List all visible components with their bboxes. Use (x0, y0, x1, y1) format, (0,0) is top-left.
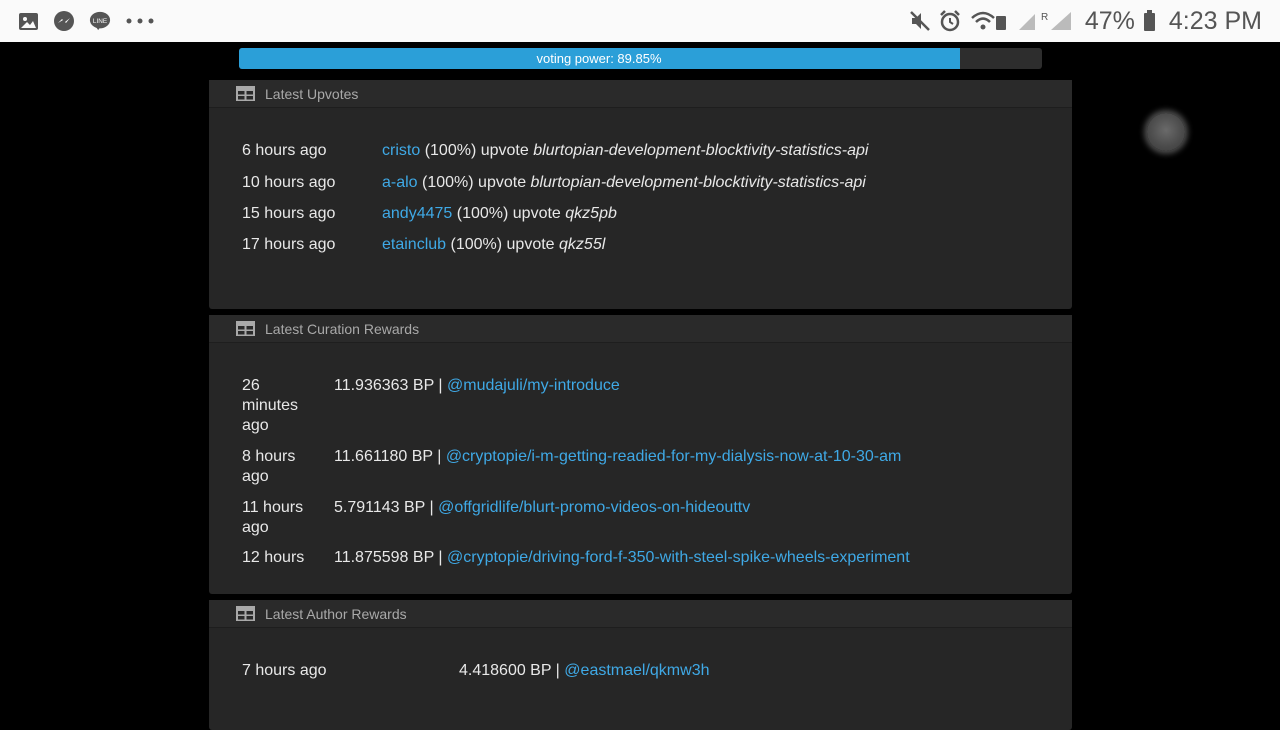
author-time: 7 hours ago (242, 662, 327, 679)
curation-amount: 11.661180 BP | (334, 448, 442, 465)
time-line: ago (242, 468, 269, 485)
battery-icon (1143, 10, 1157, 32)
curation-post-link[interactable]: @cryptopie/driving-ford-f-350-with-steel… (447, 549, 910, 566)
latest-upvotes-panel: Latest Upvotes 6 hours ago cristo (100%)… (209, 80, 1072, 309)
curation-amount: 11.936363 BP | (334, 377, 443, 394)
curation-post-link[interactable]: @offgridlife/blurt-promo-videos-on-hideo… (438, 499, 750, 516)
upvote-time: 6 hours ago (242, 142, 327, 159)
time-line: 26 (242, 377, 260, 394)
alarm-icon (939, 10, 961, 32)
upvote-post: qkz5pb (565, 205, 617, 222)
mute-icon (909, 10, 931, 32)
curation-amount: 5.791143 BP | (334, 499, 434, 516)
upvote-post: blurtopian-development-blocktivity-stati… (533, 142, 869, 159)
line-app-icon: LINE (89, 10, 111, 32)
upvote-user-link[interactable]: andy4475 (382, 205, 452, 222)
upvote-weight: (100%) upvote (450, 236, 555, 253)
more-icon (125, 10, 155, 32)
wifi-icon (969, 10, 1009, 32)
time-line: 12 hours (242, 549, 305, 566)
latest-author-rewards-panel: Latest Author Rewards 7 hours ago 4.4186… (209, 600, 1072, 730)
upvote-time: 15 hours ago (242, 205, 336, 222)
upvote-user-link[interactable]: cristo (382, 142, 420, 159)
upvote-post: blurtopian-development-blocktivity-stati… (530, 174, 866, 191)
upvote-weight: (100%) upvote (424, 142, 529, 159)
svg-text:R: R (1041, 12, 1048, 23)
curation-time: 12 hours (242, 548, 322, 568)
author-post-link[interactable]: @eastmael/qkmw3h (564, 662, 709, 679)
author-amount: 4.418600 BP | (459, 662, 560, 679)
panel-title: Latest Curation Rewards (265, 320, 420, 337)
upvote-post: qkz55l (559, 236, 606, 253)
latest-curation-rewards-panel: Latest Curation Rewards 26 minutes ago 1… (209, 315, 1072, 594)
clock: 4:23 PM (1168, 6, 1262, 35)
floating-assist-button[interactable] (1147, 113, 1185, 151)
gallery-icon (17, 10, 39, 32)
upvote-weight: (100%) upvote (422, 174, 527, 191)
curation-post-link[interactable]: @cryptopie/i-m-getting-readied-for-my-di… (446, 448, 902, 465)
table-icon (236, 321, 255, 336)
battery-percent: 47% (1084, 6, 1135, 35)
table-icon (236, 86, 255, 101)
panel-header: Latest Upvotes (209, 80, 1072, 108)
time-line: ago (242, 519, 269, 536)
status-bar: LINE R 47% 4:23 PM (0, 0, 1280, 42)
curation-amount: 11.875598 BP | (334, 549, 443, 566)
upvote-user-link[interactable]: etainclub (382, 236, 446, 253)
panel-title: Latest Author Rewards (265, 605, 407, 622)
voting-power-bar: voting power: 89.85% (239, 48, 1042, 69)
curation-time: 11 hours ago (242, 498, 322, 538)
curation-time: 26 minutes ago (242, 376, 322, 436)
curation-post-link[interactable]: @mudajuli/my-introduce (447, 377, 620, 394)
time-line: minutes (242, 397, 299, 414)
svg-text:LINE: LINE (93, 18, 107, 25)
signal-icon: R (1017, 10, 1077, 32)
panel-header: Latest Curation Rewards (209, 315, 1072, 343)
upvote-weight: (100%) upvote (456, 205, 561, 222)
time-line: 11 hours (242, 499, 304, 516)
time-line: ago (242, 417, 269, 434)
upvote-time: 10 hours ago (242, 174, 336, 191)
voting-power-label: voting power: 89.85% (536, 51, 662, 66)
table-icon (236, 606, 255, 621)
panel-header: Latest Author Rewards (209, 600, 1072, 628)
panel-title: Latest Upvotes (265, 85, 359, 102)
upvote-time: 17 hours ago (242, 236, 336, 253)
curation-time: 8 hours ago (242, 447, 322, 487)
time-line: 8 hours (242, 448, 296, 465)
messenger-icon (53, 10, 75, 32)
upvote-user-link[interactable]: a-alo (382, 174, 418, 191)
